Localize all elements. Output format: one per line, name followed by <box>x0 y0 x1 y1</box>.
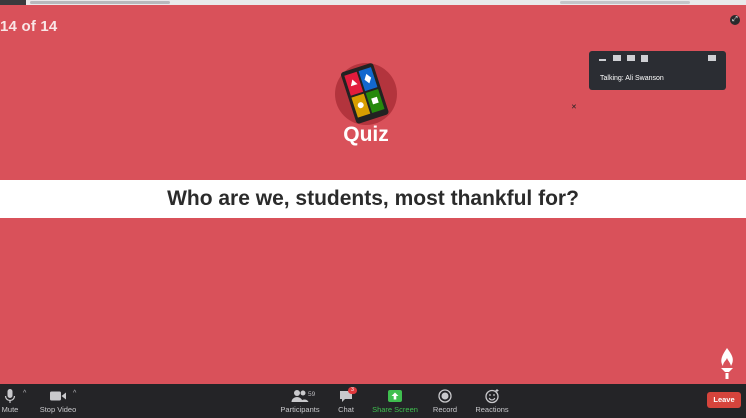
expand-window-icon[interactable] <box>708 55 716 61</box>
gallery-view-icon[interactable] <box>641 55 648 62</box>
mute-label: Mute <box>1 405 19 414</box>
talking-indicator: Talking: Ali Swanson <box>600 75 664 82</box>
question-banner: Who are we, students, most thankful for? <box>0 180 746 218</box>
share-screen-icon <box>388 390 402 402</box>
title-bar-text <box>30 1 170 4</box>
leave-button[interactable]: Leave <box>707 392 741 408</box>
record-button[interactable]: Record <box>431 384 459 418</box>
mute-button[interactable]: Mute <box>0 384 20 418</box>
microphone-icon <box>4 389 16 403</box>
minimize-icon[interactable] <box>599 59 606 61</box>
participants-icon <box>291 390 309 402</box>
record-label: Record <box>432 405 458 414</box>
chat-badge: 3 <box>348 387 357 394</box>
share-screen-label: Share Screen <box>372 405 418 414</box>
participants-label: Participants <box>280 405 320 414</box>
record-icon <box>438 389 452 403</box>
share-screen-button[interactable]: Share Screen <box>372 384 418 418</box>
mini-video-window[interactable]: Talking: Ali Swanson <box>589 51 726 90</box>
speaker-view-icon[interactable] <box>627 55 635 61</box>
participants-count: 59 <box>308 391 316 398</box>
fullscreen-icon[interactable]: ⤢ <box>730 15 740 25</box>
reactions-button[interactable]: Reactions <box>474 384 510 418</box>
stop-video-button[interactable]: Stop Video <box>38 384 78 418</box>
video-camera-icon <box>50 391 66 401</box>
stop-video-label: Stop Video <box>39 405 77 414</box>
mini-window-controls <box>589 51 726 65</box>
reactions-icon <box>485 389 499 404</box>
audio-options-chevron-icon[interactable]: ^ <box>23 390 26 397</box>
mouse-cursor-icon: ✕ <box>571 104 577 111</box>
chat-button[interactable]: 3 Chat <box>334 384 358 418</box>
single-view-icon[interactable] <box>613 55 621 61</box>
chat-label: Chat <box>338 405 354 414</box>
torch-icon <box>721 348 733 379</box>
reactions-label: Reactions <box>475 405 509 414</box>
participants-button[interactable]: 59 Participants <box>280 384 320 418</box>
title-bar-indicator <box>560 1 690 4</box>
quiz-logo-text: Quiz <box>343 123 389 146</box>
meeting-toolbar: Mute ^ Stop Video ^ 59 Participants 3 Ch… <box>0 384 746 418</box>
slide-counter: 14 of 14 <box>0 18 58 35</box>
kahoot-quiz-icon <box>335 63 397 125</box>
question-text: Who are we, students, most thankful for? <box>167 187 579 210</box>
video-options-chevron-icon[interactable]: ^ <box>73 390 76 397</box>
